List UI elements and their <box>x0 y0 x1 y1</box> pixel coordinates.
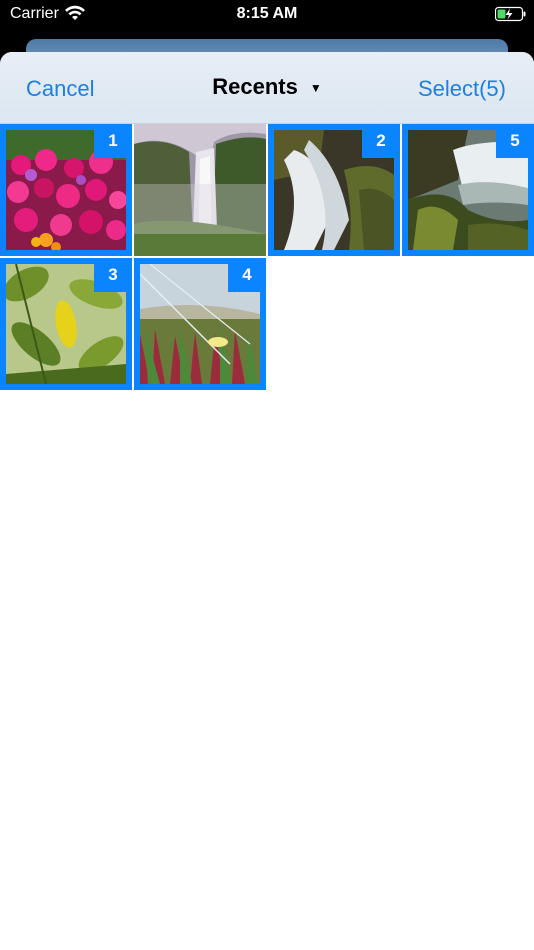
photo-cell[interactable]: 5 <box>402 124 534 256</box>
select-button[interactable]: Select(5) <box>418 76 506 102</box>
status-bar: Carrier 8:15 AM <box>0 0 534 30</box>
status-time: 8:15 AM <box>236 5 298 22</box>
photo-cell[interactable]: 2 <box>268 124 400 256</box>
album-title[interactable]: Recents <box>212 74 298 99</box>
selection-badge: 5 <box>496 124 534 158</box>
photo-cell[interactable]: 4 <box>134 258 266 390</box>
photo-thumbnail <box>134 124 266 256</box>
selection-badge: 1 <box>94 124 132 158</box>
photo-cell[interactable] <box>134 124 266 256</box>
selection-badge: 3 <box>94 258 132 292</box>
photo-cell[interactable]: 1 <box>0 124 132 256</box>
selection-badge: 4 <box>228 258 266 292</box>
chevron-down-icon[interactable]: ▼ <box>310 81 322 95</box>
battery-charging-icon <box>494 6 527 22</box>
selection-badge: 2 <box>362 124 400 158</box>
photo-picker-sheet: Cancel Recents ▼ Select(5) 1 2 5 3 4 <box>0 52 534 950</box>
photo-cell[interactable]: 3 <box>0 258 132 390</box>
nav-bar: Cancel Recents ▼ Select(5) <box>0 52 534 124</box>
